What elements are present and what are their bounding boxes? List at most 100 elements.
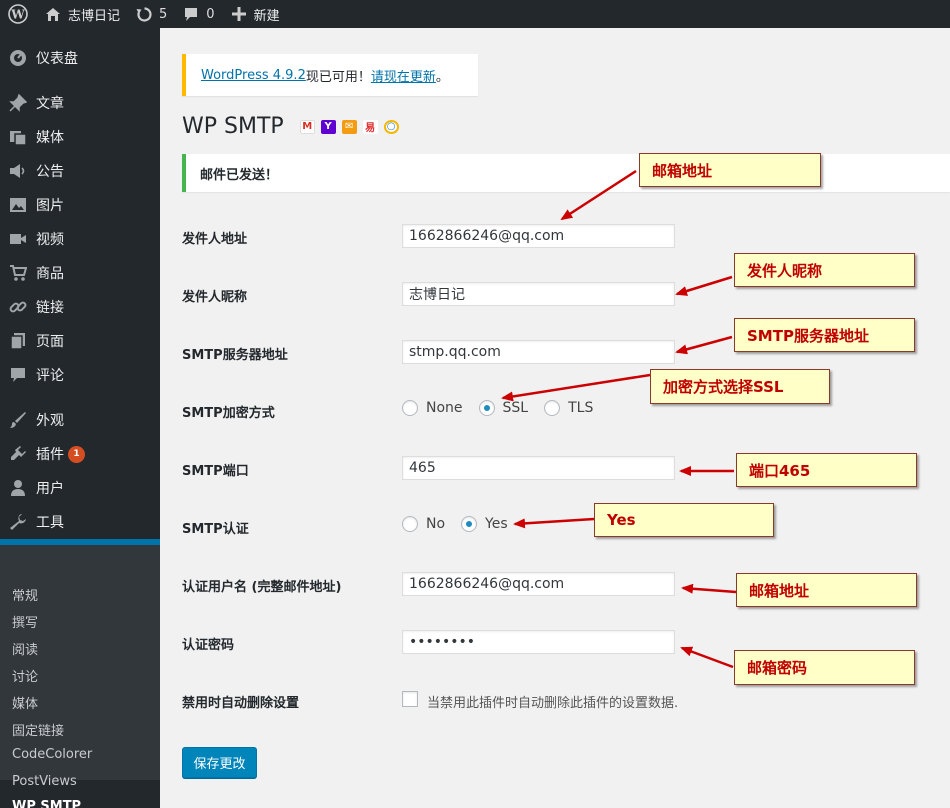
link-icon — [0, 298, 36, 316]
page-title: WP SMTP M Y ✉ 易 ○ — [182, 114, 399, 139]
new-label: 新建 — [253, 8, 280, 24]
encryption-none-radio[interactable] — [402, 400, 418, 416]
page-title-text: WP SMTP — [182, 114, 284, 139]
brush-icon — [0, 411, 36, 429]
new-content-link[interactable]: 新建 — [222, 0, 287, 28]
update-notice-end: 。 — [435, 69, 449, 85]
save-changes-button[interactable]: 保存更改 — [182, 747, 257, 778]
sidebar-item-label: 视频 — [36, 232, 64, 248]
port-input[interactable] — [402, 456, 675, 480]
encryption-ssl-radio[interactable] — [478, 400, 495, 416]
auth-label: SMTP认证 — [182, 522, 249, 537]
comment-bubble-icon — [181, 4, 201, 24]
sidebar-item-label: 外观 — [36, 413, 64, 429]
sidebar-item-products[interactable]: 商品 — [0, 256, 160, 290]
from-address-label: 发件人地址 — [182, 232, 248, 247]
encryption-radio-group: None SSL TLS — [402, 400, 609, 416]
submenu-item-media[interactable]: 媒体 — [12, 693, 38, 712]
port-label: SMTP端口 — [182, 464, 249, 479]
comments-count: 0 — [206, 6, 215, 22]
auth-radio-group: No Yes — [402, 516, 524, 532]
annotation-sender-name: 发件人昵称 — [734, 253, 915, 287]
annotation-auth-yes: Yes — [594, 503, 774, 537]
sidebar-item-announcements[interactable]: 公告 — [0, 154, 160, 188]
submenu-item-writing[interactable]: 撰写 — [12, 612, 38, 631]
cart-icon — [0, 264, 36, 282]
sidebar-item-tools[interactable]: 工具 — [0, 505, 160, 539]
arrow-auth — [513, 517, 595, 529]
success-notice: 邮件已发送！ — [182, 154, 950, 192]
updates-link[interactable]: 5 — [127, 0, 174, 28]
sidebar-item-links[interactable]: 链接 — [0, 290, 160, 324]
sidebar-item-appearance[interactable]: 外观 — [0, 403, 160, 437]
submenu-item-codecolorer[interactable]: CodeColorer — [12, 747, 92, 762]
sidebar-item-label: 文章 — [36, 96, 64, 112]
wordpress-version-link[interactable]: WordPress 4.9.2 — [201, 68, 306, 83]
sidebar-item-label: 商品 — [36, 266, 64, 282]
comment-icon — [0, 366, 36, 384]
user-icon — [0, 479, 36, 497]
image-icon — [0, 196, 36, 214]
netease-icon: 易 — [362, 119, 378, 134]
delete-settings-checkbox[interactable] — [402, 691, 418, 707]
sidebar-item-label: 媒体 — [36, 130, 64, 146]
username-label: 认证用户名 (完整邮件地址) — [182, 580, 342, 595]
submenu-item-permalinks[interactable]: 固定链接 — [12, 720, 64, 739]
sidebar-item-label: 仪表盘 — [36, 51, 78, 67]
sidebar-item-videos[interactable]: 视频 — [0, 222, 160, 256]
sidebar-item-users[interactable]: 用户 — [0, 471, 160, 505]
site-name-link[interactable]: 志博日记 — [36, 0, 127, 28]
sidebar-item-posts[interactable]: 文章 — [0, 86, 160, 120]
sidebar-item-plugins[interactable]: 插件 1 — [0, 437, 160, 471]
smtp-host-input[interactable] — [402, 340, 675, 364]
submenu-item-general[interactable]: 常规 — [12, 585, 38, 604]
sidebar-item-label: 用户 — [36, 481, 64, 497]
plugin-update-badge: 1 — [68, 445, 85, 463]
annotation-password: 邮箱密码 — [734, 650, 915, 685]
refresh-icon — [134, 4, 154, 24]
svg-text:W: W — [10, 8, 25, 22]
dashboard-icon — [0, 49, 36, 67]
password-input[interactable] — [402, 630, 675, 654]
update-notice-text: 现已可用！ — [305, 69, 371, 85]
auth-no-radio[interactable] — [402, 516, 418, 532]
update-notice: WordPress 4.9.2 现已可用！ 请现在更新 。 — [182, 54, 478, 96]
success-notice-text: 邮件已发送！ — [200, 167, 279, 183]
arrow-username — [681, 583, 737, 594]
delete-settings-description: 当禁用此插件时自动删除此插件的设置数据. — [427, 696, 679, 711]
plugin-icon — [0, 445, 36, 463]
sidebar-item-media[interactable]: 媒体 — [0, 120, 160, 154]
sidebar-item-label: 链接 — [36, 300, 64, 316]
sidebar-item-comments[interactable]: 评论 — [0, 358, 160, 392]
mail-provider-icons: M Y ✉ 易 ○ — [299, 119, 399, 134]
wordpress-logo-icon: W — [8, 4, 28, 24]
encryption-label: SMTP加密方式 — [182, 406, 275, 421]
settings-submenu: 常规 撰写 阅读 讨论 媒体 固定链接 CodeColorer PostView… — [0, 545, 160, 808]
sidebar-item-dashboard[interactable]: 仪表盘 — [0, 41, 160, 75]
from-name-label: 发件人昵称 — [182, 290, 248, 305]
sidebar-item-label: 工具 — [36, 515, 64, 531]
submenu-item-wp-smtp[interactable]: WP SMTP — [12, 799, 81, 808]
encryption-tls-radio[interactable] — [544, 400, 561, 416]
update-now-link[interactable]: 请现在更新 — [371, 66, 436, 85]
submenu-item-discussion[interactable]: 讨论 — [12, 666, 38, 685]
annotation-smtp-host: SMTP服务器地址 — [734, 318, 915, 352]
encryption-none-label: None — [426, 400, 463, 416]
from-name-input[interactable] — [402, 282, 675, 306]
from-address-input[interactable] — [402, 224, 675, 248]
submenu-item-reading[interactable]: 阅读 — [12, 639, 38, 658]
media-icon — [0, 128, 36, 146]
comments-link[interactable]: 0 — [174, 0, 221, 28]
sidebar-item-label: 页面 — [36, 334, 64, 350]
wordpress-logo-button[interactable]: W — [0, 0, 36, 28]
submenu-item-postviews[interactable]: PostViews — [12, 774, 77, 789]
megaphone-icon — [0, 162, 36, 180]
annotation-port: 端口465 — [736, 453, 917, 487]
auth-no-label: No — [426, 516, 446, 532]
arrow-smtp-host — [675, 335, 733, 355]
username-input[interactable] — [402, 572, 675, 596]
sidebar-item-pages[interactable]: 页面 — [0, 324, 160, 358]
sidebar-item-images[interactable]: 图片 — [0, 188, 160, 222]
auth-yes-radio[interactable] — [461, 516, 478, 532]
yahoo-icon: Y — [320, 119, 336, 134]
